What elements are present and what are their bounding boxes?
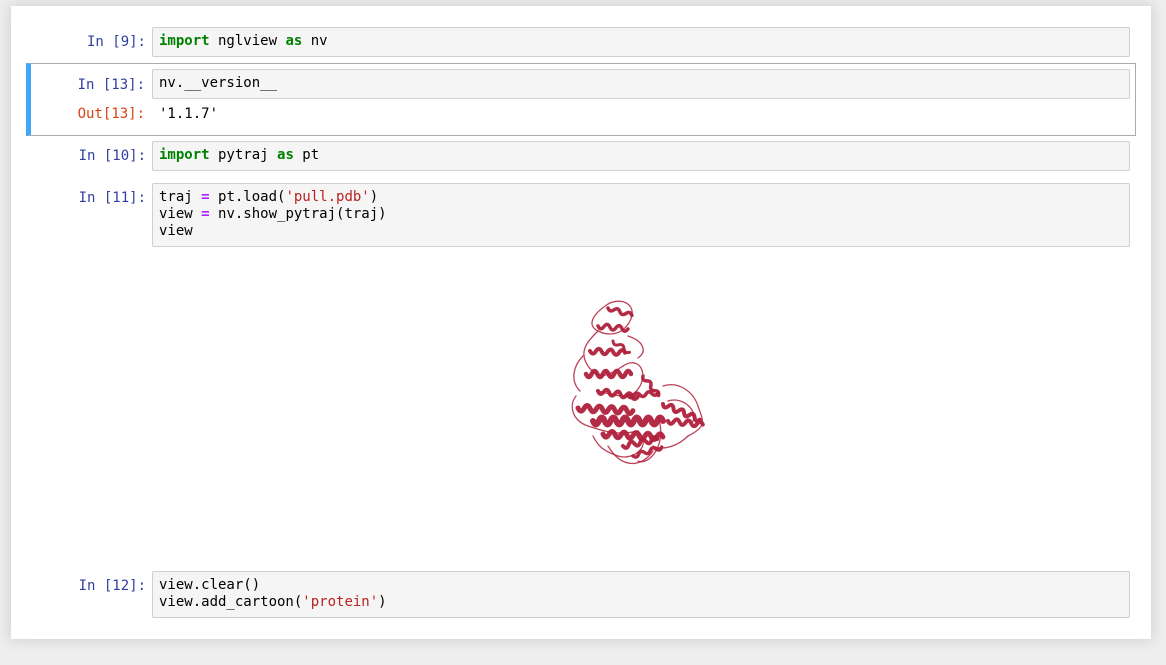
code-token: view.clear() xyxy=(159,577,261,593)
input-prompt: In [11]: xyxy=(78,190,146,206)
code-token: 'pull.pdb' xyxy=(285,189,370,205)
code-token: as xyxy=(285,33,303,49)
output-text: '1.1.7' xyxy=(159,106,219,122)
code-cell-selected[interactable]: In [13]: nv.__version__ Out[13]: '1.1.7' xyxy=(26,63,1136,136)
code-token: ) xyxy=(378,594,387,610)
ribbon-segment xyxy=(575,403,636,417)
code-token: import xyxy=(159,147,210,163)
code-token: view xyxy=(159,206,202,222)
code-editor[interactable]: import nglview as nv xyxy=(153,28,1129,55)
code-cell[interactable]: In [12]: view.clear() view.add_cartoon('… xyxy=(26,571,1136,618)
code-token: pt xyxy=(293,147,320,163)
input-prompt: In [13]: xyxy=(77,77,145,93)
ribbon-segment xyxy=(590,414,666,428)
ribbon-segment xyxy=(626,390,660,400)
code-token: nv.show_pytraj(traj) xyxy=(209,206,387,222)
code-input[interactable]: view.clear() view.add_cartoon('protein') xyxy=(152,571,1130,618)
ribbon-segment xyxy=(606,306,634,318)
code-token: ) xyxy=(369,189,379,205)
notebook-container: In [9]: import nglview as nv In [13]: nv… xyxy=(11,6,1151,639)
protein-cartoon-render[interactable] xyxy=(568,296,728,476)
code-token: nglview xyxy=(209,33,286,49)
ribbon-segment xyxy=(627,335,644,359)
code-token: = xyxy=(201,206,210,222)
code-input[interactable]: import pytraj as pt xyxy=(152,141,1130,171)
code-input[interactable]: traj = pt.load('pull.pdb') view = nv.sho… xyxy=(152,183,1130,247)
ribbon-segment xyxy=(596,322,630,333)
input-prompt: In [12]: xyxy=(78,578,146,594)
code-token: traj xyxy=(159,189,202,205)
input-prompt: In [9]: xyxy=(86,34,146,50)
code-input[interactable]: import nglview as nv xyxy=(152,27,1130,57)
code-token: view xyxy=(159,223,193,239)
ribbon-segment xyxy=(588,346,627,357)
nglview-widget[interactable] xyxy=(138,254,1116,564)
code-token: import xyxy=(159,33,210,49)
code-token: nv.__version__ xyxy=(159,75,278,91)
code-editor[interactable]: import pytraj as pt xyxy=(153,142,1129,169)
code-token: 'protein' xyxy=(302,594,379,610)
ribbon-segment xyxy=(583,368,634,380)
code-token: nv xyxy=(302,33,328,49)
code-input[interactable]: nv.__version__ xyxy=(152,69,1130,99)
code-token: pytraj xyxy=(209,147,278,163)
code-editor[interactable]: view.clear() view.add_cartoon('protein') xyxy=(153,572,1129,616)
code-token: = xyxy=(201,189,210,205)
code-editor[interactable]: traj = pt.load('pull.pdb') view = nv.sho… xyxy=(153,184,1129,245)
input-prompt: In [10]: xyxy=(78,148,146,164)
code-token: view.add_cartoon( xyxy=(159,594,303,610)
output-prompt: Out[13]: xyxy=(77,106,145,122)
code-cell[interactable]: In [9]: import nglview as nv xyxy=(26,27,1136,57)
code-cell[interactable]: In [10]: import pytraj as pt xyxy=(26,141,1136,171)
ribbon-segment xyxy=(661,402,702,423)
ribbon-segment xyxy=(573,355,584,392)
code-token: as xyxy=(277,147,294,163)
code-token: pt.load( xyxy=(209,189,286,205)
code-editor[interactable]: nv.__version__ xyxy=(153,70,1129,97)
